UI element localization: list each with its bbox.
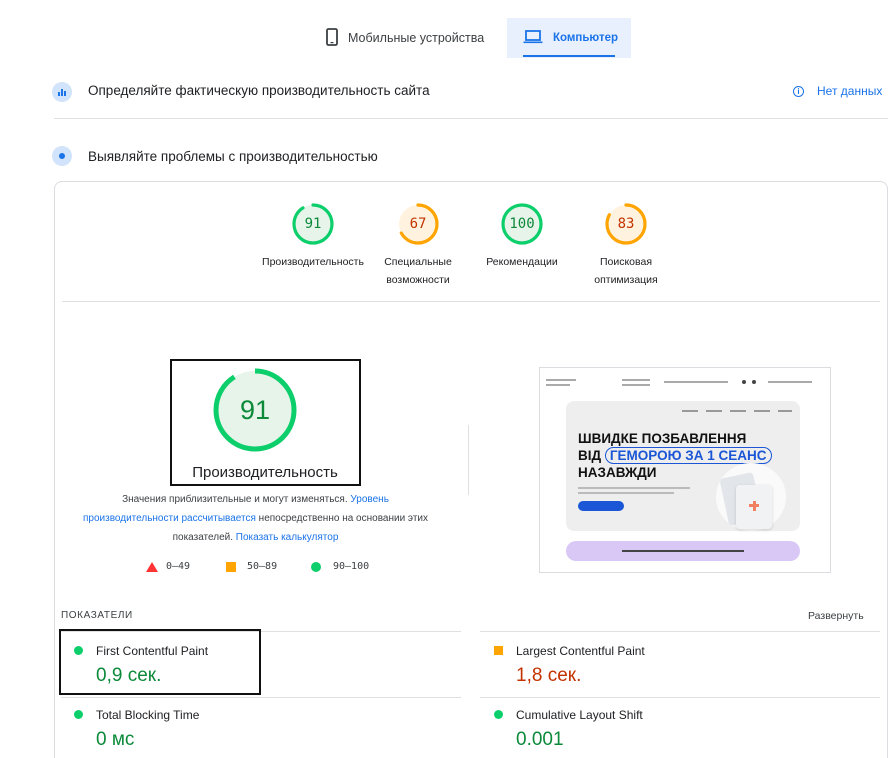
legend-average-icon: [226, 562, 236, 572]
preview-cta-button: [578, 501, 624, 511]
page-screenshot-preview: ШВИДКЕ ПОЗБАВЛЕННЯ ВІД ГЕМОРОЮ ЗА 1 СЕАН…: [539, 367, 831, 573]
preview-headline-1: ШВИДКЕ ПОЗБАВЛЕННЯ: [578, 431, 747, 446]
gauge-best-practices-label: Рекомендации: [486, 256, 558, 268]
gauges-divider: [62, 301, 880, 302]
lab-data-title: Выявляйте проблемы с производительностью: [88, 149, 378, 164]
section-divider: [54, 118, 888, 119]
gauge-best-practices-score: 100: [509, 216, 535, 232]
no-data-link[interactable]: i Нет данных: [793, 84, 882, 98]
gauge-seo-label: Поисковая оптимизация: [594, 256, 658, 286]
legend-fail-label: 0–49: [166, 561, 191, 572]
metrics-divider-mid-right: [480, 697, 880, 698]
show-calculator-link[interactable]: Показать калькулятор: [236, 532, 339, 543]
note-text-1: Значения приблизительные и могут изменят…: [122, 494, 351, 505]
highlight-box-score: [170, 359, 361, 486]
preview-headline-highlight: ГЕМОРОЮ ЗА 1 СЕАНС: [604, 447, 772, 464]
cls-value: 0.001: [516, 729, 564, 750]
tbt-value: 0 мс: [96, 729, 135, 750]
laptop-icon: [523, 29, 543, 48]
gauge-accessibility-score: 67: [409, 216, 427, 232]
tab-mobile-label: Мобильные устройства: [348, 31, 485, 45]
legend-pass-label: 90–100: [333, 561, 370, 572]
tbt-status-icon: [74, 710, 83, 719]
metrics-header: ПОКАЗАТЕЛИ: [61, 610, 133, 621]
preview-topbar: [546, 376, 826, 394]
legend-average-label: 50–89: [247, 561, 278, 572]
metrics-divider-mid-left: [61, 697, 461, 698]
cls-status-icon: [494, 710, 503, 719]
tbt-name: Total Blocking Time: [96, 708, 200, 722]
field-data-title: Определяйте фактическую производительнос…: [88, 83, 430, 98]
preview-hero: ШВИДКЕ ПОЗБАВЛЕННЯ ВІД ГЕМОРОЮ ЗА 1 СЕАН…: [566, 401, 800, 531]
gauge-best-practices[interactable]: 100: [500, 202, 544, 246]
smartphone-icon: [326, 27, 338, 49]
gauge-accessibility[interactable]: 67: [396, 202, 440, 246]
gauge-seo-score: 83: [617, 216, 635, 232]
preview-headline-2-prefix: ВІД: [578, 448, 602, 463]
preview-banner: [566, 541, 800, 561]
info-icon: i: [793, 85, 804, 97]
highlight-box-fcp: [59, 629, 261, 695]
vertical-divider: [468, 425, 469, 495]
no-data-label: Нет данных: [817, 84, 883, 98]
gauge-performance-score: 91: [304, 216, 322, 232]
lcp-value: 1,8 сек.: [516, 665, 582, 686]
gauge-performance-label: Производительность: [262, 256, 364, 268]
tab-mobile[interactable]: Мобильные устройства: [318, 18, 504, 58]
tab-desktop-label: Компьютер: [553, 32, 619, 44]
legend-pass-icon: [311, 562, 321, 572]
lcp-name: Largest Contentful Paint: [516, 644, 645, 658]
preview-headline-3: НАЗАВЖДИ: [578, 465, 657, 480]
cls-name: Cumulative Layout Shift: [516, 708, 643, 722]
gauge-seo[interactable]: 83: [604, 202, 648, 246]
expand-metrics-toggle[interactable]: Развернуть: [808, 610, 864, 622]
field-data-icon: [52, 82, 72, 102]
metrics-divider-top-right: [480, 631, 880, 632]
legend-fail-icon: [146, 562, 158, 572]
lab-data-icon: [52, 146, 72, 166]
score-note: Значения приблизительные и могут изменят…: [78, 490, 433, 547]
gauge-accessibility-label: Специальные возможности: [384, 256, 452, 286]
gauge-performance[interactable]: 91: [291, 202, 335, 246]
tab-desktop[interactable]: Компьютер: [507, 18, 631, 58]
lcp-status-icon: [494, 646, 503, 655]
